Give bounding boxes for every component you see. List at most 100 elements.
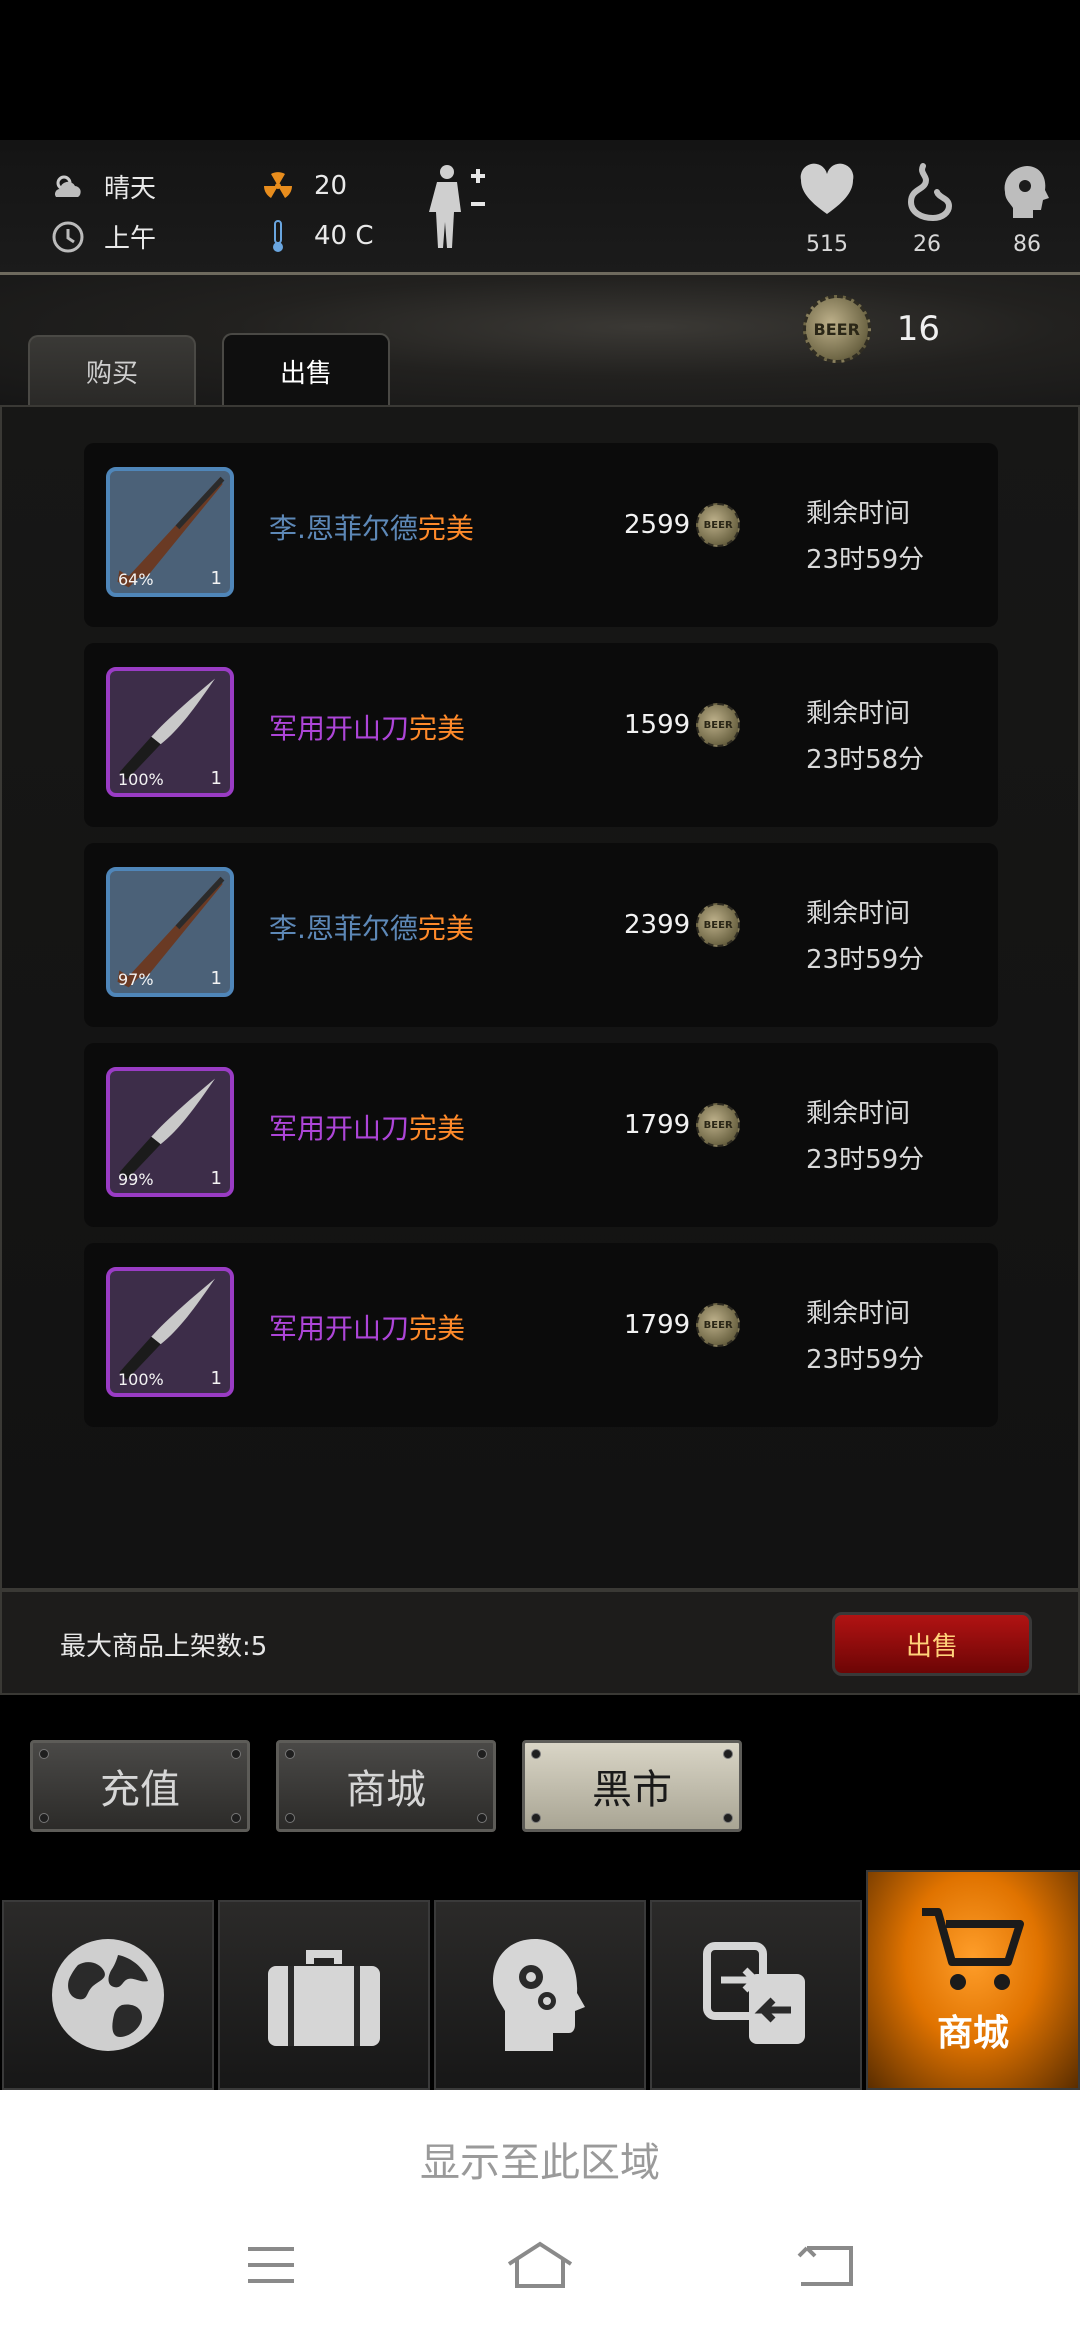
item-price-value: 2399 — [624, 910, 691, 940]
time-remaining: 剩余时间 23时58分 — [806, 691, 924, 783]
home-key[interactable] — [505, 2235, 575, 2295]
item-price: 2599 BEER — [624, 503, 741, 547]
time-remaining-label: 剩余时间 — [806, 899, 911, 929]
listing-row[interactable]: 99% 1 军用开山刀完美 1799 BEER 剩余时间 23时59分 — [84, 1043, 998, 1227]
recharge-button[interactable]: 充值 — [30, 1740, 250, 1832]
menu-key[interactable] — [236, 2235, 306, 2295]
radiation-icon — [260, 168, 296, 204]
globe-icon — [52, 1939, 164, 2051]
item-name: 李.恩菲尔德完美 — [269, 907, 474, 947]
rivet-icon — [531, 1813, 541, 1823]
time-remaining: 剩余时间 23时59分 — [806, 891, 924, 983]
nav-shop[interactable]: 商城 — [866, 1870, 1080, 2090]
item-quality: 完美 — [417, 912, 474, 945]
rivet-icon — [531, 1749, 541, 1759]
weather-text: 晴天 — [104, 174, 157, 204]
nav-inventory[interactable] — [218, 1900, 430, 2090]
item-durability: 99% — [118, 1170, 154, 1189]
health-value: 515 — [806, 232, 848, 257]
item-quantity: 1 — [210, 1168, 222, 1189]
suitcase-icon — [268, 1950, 380, 2046]
rivet-icon — [723, 1749, 733, 1759]
nav-skills[interactable] — [434, 1900, 646, 2090]
item-price: 1799 BEER — [624, 1103, 741, 1147]
time-remaining: 剩余时间 23时59分 — [806, 1291, 924, 1383]
item-thumbnail[interactable]: 100% 1 — [106, 667, 234, 797]
hunger-stat: 26 — [882, 162, 972, 257]
back-icon — [797, 2246, 853, 2286]
black-market-label: 黑市 — [592, 1767, 672, 1813]
clock-icon — [50, 219, 86, 255]
time-remaining-value: 23时59分 — [806, 945, 925, 975]
market-header: BEER 16 购买 出售 — [0, 275, 1080, 407]
mind-stat: 86 — [982, 162, 1072, 257]
mind-value: 86 — [1013, 232, 1041, 257]
item-price: 2399 BEER — [624, 903, 741, 947]
item-thumbnail[interactable]: 64% 1 — [106, 467, 234, 597]
item-name-text: 李.恩菲尔德 — [269, 512, 418, 545]
listing-row[interactable]: 64% 1 李.恩菲尔德完美 2599 BEER 剩余时间 23时59分 — [84, 443, 998, 627]
rivet-icon — [39, 1749, 49, 1759]
black-market-button[interactable]: 黑市 — [522, 1740, 742, 1832]
listing-row[interactable]: 97% 1 李.恩菲尔德完美 2399 BEER 剩余时间 23时59分 — [84, 843, 998, 1027]
item-thumbnail[interactable]: 100% 1 — [106, 1267, 234, 1397]
bottom-nav: 商城 — [0, 1870, 1080, 2090]
item-thumbnail[interactable]: 97% 1 — [106, 867, 234, 997]
recharge-label: 充值 — [100, 1767, 180, 1813]
item-name-text: 李.恩菲尔德 — [269, 912, 418, 945]
item-quantity: 1 — [210, 1368, 222, 1389]
item-quality: 完美 — [417, 512, 474, 545]
listing-row[interactable]: 100% 1 军用开山刀完美 1599 BEER 剩余时间 23时58分 — [84, 643, 998, 827]
item-name-text: 军用开山刀 — [269, 712, 410, 745]
item-name: 军用开山刀完美 — [269, 707, 465, 747]
listings-panel: 64% 1 李.恩菲尔德完美 2599 BEER 剩余时间 23时59分 100% 1 军用开山刀… — [0, 405, 1080, 1590]
rivet-icon — [231, 1813, 241, 1823]
listing-row[interactable]: 100% 1 军用开山刀完美 1799 BEER 剩余时间 23时59分 — [84, 1243, 998, 1427]
item-price-value: 1799 — [624, 1110, 691, 1140]
back-key[interactable] — [790, 2235, 860, 2295]
stomach-icon — [897, 162, 957, 222]
health-stat: 515 — [782, 162, 872, 257]
exchange-icon — [703, 1942, 805, 2044]
sun-cloud-icon — [50, 169, 86, 205]
item-price: 1799 BEER — [624, 1303, 741, 1347]
temperature-indicator: 40 C — [260, 218, 374, 254]
radiation-value: 20 — [314, 171, 348, 201]
rivet-icon — [231, 1749, 241, 1759]
mall-button[interactable]: 商城 — [276, 1740, 496, 1832]
item-price-value: 2599 — [624, 510, 691, 540]
balance-value: 16 — [896, 309, 940, 349]
radiation-indicator: 20 — [260, 168, 347, 204]
time-remaining: 剩余时间 23时59分 — [806, 1091, 924, 1183]
time-remaining-value: 23时58分 — [806, 745, 925, 775]
time-remaining-label: 剩余时间 — [806, 499, 911, 529]
nav-world[interactable] — [2, 1900, 214, 2090]
beer-cap-coin-icon: BEER — [696, 1303, 741, 1347]
item-quality: 完美 — [409, 1312, 466, 1345]
cart-icon — [922, 1908, 1024, 1990]
time-remaining-value: 23时59分 — [806, 545, 925, 575]
tab-sell[interactable]: 出售 — [222, 333, 390, 407]
rivet-icon — [285, 1749, 295, 1759]
rivet-icon — [39, 1813, 49, 1823]
hunger-value: 26 — [913, 232, 941, 257]
beer-cap-coin-icon: BEER — [696, 503, 741, 547]
weather-indicator: 晴天 — [50, 168, 156, 205]
nav-trade[interactable] — [650, 1900, 862, 2090]
item-durability: 64% — [118, 570, 154, 589]
item-price: 1599 BEER — [624, 703, 741, 747]
item-quantity: 1 — [210, 768, 222, 789]
thermometer-icon — [260, 218, 296, 254]
time-remaining-label: 剩余时间 — [806, 1099, 911, 1129]
display-area-hint: 显示至此区域 — [420, 2140, 660, 2186]
tab-buy[interactable]: 购买 — [28, 335, 196, 405]
body-status-button[interactable] — [425, 162, 495, 252]
item-name-text: 军用开山刀 — [269, 1112, 410, 1145]
item-quality: 完美 — [409, 1112, 466, 1145]
item-name-text: 军用开山刀 — [269, 1312, 410, 1345]
temperature-value: 40 C — [314, 221, 374, 251]
item-thumbnail[interactable]: 99% 1 — [106, 1067, 234, 1197]
listing-footer: 最大商品上架数:5 出售 — [0, 1590, 1080, 1695]
time-indicator: 上午 — [50, 218, 156, 255]
sell-button[interactable]: 出售 — [832, 1612, 1032, 1676]
